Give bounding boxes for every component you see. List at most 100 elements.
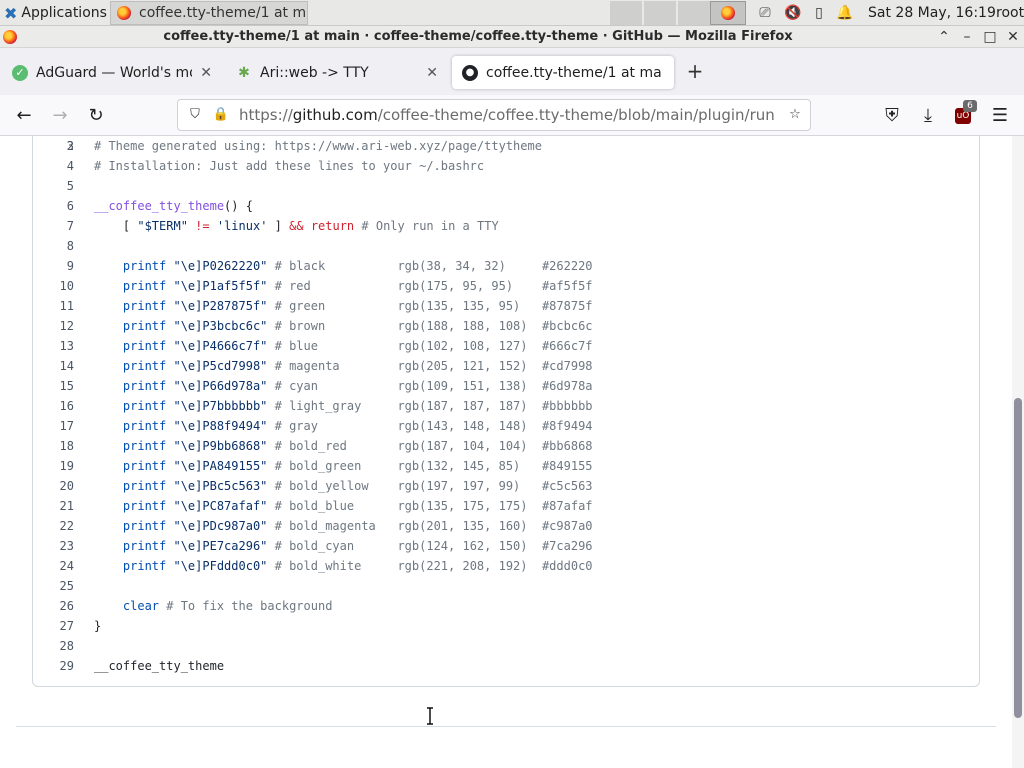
line-number[interactable]: 22 xyxy=(33,516,74,536)
line-number[interactable]: 6 xyxy=(33,196,74,216)
window-maximize-icon[interactable]: □ xyxy=(981,28,999,46)
line-number[interactable]: 5 xyxy=(33,176,74,196)
window-minimize-icon[interactable]: – xyxy=(958,28,976,46)
line-number[interactable]: 17 xyxy=(33,416,74,436)
line-number[interactable]: 10 xyxy=(33,276,74,296)
taskbar-window-button[interactable]: coffee.tty-theme/1 at m... xyxy=(110,1,308,25)
code-token: # bold_yellow rgb(197, 197, 99) #c5c563 xyxy=(267,479,593,493)
downloads-icon[interactable]: ⤓ xyxy=(916,104,940,128)
workspace-active-button[interactable] xyxy=(710,1,746,25)
line-number[interactable]: 14 xyxy=(33,356,74,376)
line-number[interactable]: 15 xyxy=(33,376,74,396)
hamburger-menu-icon[interactable]: ☰ xyxy=(988,104,1012,128)
line-number[interactable]: 8 xyxy=(33,236,74,256)
line-number[interactable]: 19 xyxy=(33,456,74,476)
code-token: printf xyxy=(94,559,167,573)
forward-button[interactable]: → xyxy=(48,104,72,128)
github-icon: ● xyxy=(462,64,478,81)
code-line: 4 # Installation: Just add these lines to… xyxy=(33,156,979,176)
close-tab-icon[interactable]: ✕ xyxy=(200,65,212,81)
window-shade-icon[interactable]: ⌃ xyxy=(935,28,953,46)
back-button[interactable]: ← xyxy=(12,104,36,128)
line-number[interactable]: 9 xyxy=(33,256,74,276)
user-menu[interactable]: root xyxy=(996,0,1024,26)
applications-menu-button[interactable]: ✖ Applications xyxy=(0,0,111,26)
code-line: 28 xyxy=(33,636,979,656)
line-number[interactable]: 7 xyxy=(33,216,74,236)
line-number[interactable]: 29 xyxy=(33,656,74,676)
code-line: 10 printf "\e]P1af5f5f" # red rgb(175, 9… xyxy=(33,276,979,296)
workspace-1-button[interactable] xyxy=(610,1,642,25)
reload-button[interactable]: ↻ xyxy=(84,104,108,128)
code-token: printf xyxy=(94,259,167,273)
code-text: __coffee_tty_theme() { xyxy=(94,196,253,216)
line-number[interactable]: 3 xyxy=(33,136,74,156)
line-number[interactable]: 12 xyxy=(33,316,74,336)
code-text: # Installation: Just add these lines to … xyxy=(94,156,484,176)
line-number[interactable]: 4 xyxy=(33,156,74,176)
notification-bell-icon[interactable]: 🔔 xyxy=(836,4,854,22)
window-titlebar[interactable]: coffee.tty-theme/1 at main · coffee-them… xyxy=(0,26,1024,48)
code-token: printf xyxy=(94,459,167,473)
line-number[interactable]: 24 xyxy=(33,556,74,576)
code-token: } xyxy=(94,619,102,633)
page-scrollbar[interactable] xyxy=(1012,136,1024,768)
tab-adguard[interactable]: ✓ AdGuard — World's most ✕ xyxy=(2,56,222,89)
line-number[interactable]: 16 xyxy=(33,396,74,416)
code-token: # Installation: Just add these lines to … xyxy=(94,159,485,173)
window-close-icon[interactable]: ✕ xyxy=(1004,28,1022,46)
tab-ari-web[interactable]: ✱ Ari::web -> TTY ✕ xyxy=(226,56,448,89)
url-text[interactable]: https://github.com/coffee-theme/coffee.t… xyxy=(239,100,775,130)
code-line: 14 printf "\e]P5cd7998" # magenta rgb(20… xyxy=(33,356,979,376)
lock-icon[interactable]: 🔒 xyxy=(212,106,230,124)
code-token: __coffee_tty_theme xyxy=(94,659,225,673)
code-token: 'linux' xyxy=(216,219,268,233)
code-text: printf "\e]PE7ca296" # bold_cyan rgb(124… xyxy=(94,536,593,556)
workspace-3-button[interactable] xyxy=(678,1,710,25)
scrollbar-thumb[interactable] xyxy=(1014,398,1022,718)
bookmark-star-icon[interactable]: ☆ xyxy=(786,106,804,124)
clock[interactable]: Sat 28 May, 16:19 xyxy=(868,0,996,26)
code-text: } xyxy=(94,616,101,636)
firefox-icon xyxy=(117,6,131,20)
code-line: 22 printf "\e]PDc987a0" # bold_magenta r… xyxy=(33,516,979,536)
workspace-2-button[interactable] xyxy=(644,1,676,25)
battery-icon[interactable]: ▯ xyxy=(810,4,828,22)
new-tab-button[interactable]: + xyxy=(684,60,706,82)
code-token: return xyxy=(310,219,355,233)
code-line: 15 printf "\e]P66d978a" # cyan rgb(109, … xyxy=(33,376,979,396)
line-number[interactable]: 26 xyxy=(33,596,74,616)
line-number[interactable]: 18 xyxy=(33,436,74,456)
url-bar[interactable]: ⛉ 🔒 https://github.com/coffee-theme/coff… xyxy=(177,99,811,131)
code-token: "\e]P0262220" xyxy=(173,259,268,273)
pocket-icon[interactable]: ⛨ xyxy=(880,104,904,128)
code-token: printf xyxy=(94,299,167,313)
line-number[interactable]: 20 xyxy=(33,476,74,496)
code-token: # To fix the background xyxy=(159,599,333,613)
line-number[interactable]: 21 xyxy=(33,496,74,516)
code-token: "\e]PC87afaf" xyxy=(173,499,268,513)
tab-github-active[interactable]: ● coffee.tty-theme/1 at ma xyxy=(452,56,674,89)
network-icon[interactable]: ⎚ xyxy=(756,4,774,22)
url-prefix: https:// xyxy=(239,106,293,124)
code-token: printf xyxy=(94,519,167,533)
code-token: "\e]P287875f" xyxy=(173,299,268,313)
line-number[interactable]: 28 xyxy=(33,636,74,656)
code-text: printf "\e]P3bcbc6c" # brown rgb(188, 18… xyxy=(94,316,593,336)
code-line: 20 printf "\e]PBc5c563" # bold_yellow rg… xyxy=(33,476,979,496)
close-tab-icon[interactable]: ✕ xyxy=(426,65,438,81)
line-number[interactable]: 25 xyxy=(33,576,74,596)
code-text: # Theme generated using: https://www.ari… xyxy=(94,136,542,156)
code-line: 19 printf "\e]PA849155" # bold_green rgb… xyxy=(33,456,979,476)
line-number[interactable]: 13 xyxy=(33,336,74,356)
code-token: printf xyxy=(94,439,167,453)
code-token: "\e]P4666c7f" xyxy=(173,339,268,353)
line-number[interactable]: 23 xyxy=(33,536,74,556)
tracking-protection-shield-icon[interactable]: ⛉ xyxy=(186,106,204,124)
line-number[interactable]: 11 xyxy=(33,296,74,316)
line-number[interactable]: 27 xyxy=(33,616,74,636)
code-text: printf "\e]PA849155" # bold_green rgb(13… xyxy=(94,456,593,476)
volume-muted-icon[interactable]: 🔇 xyxy=(784,4,802,22)
code-text: printf "\e]PC87afaf" # bold_blue rgb(135… xyxy=(94,496,593,516)
